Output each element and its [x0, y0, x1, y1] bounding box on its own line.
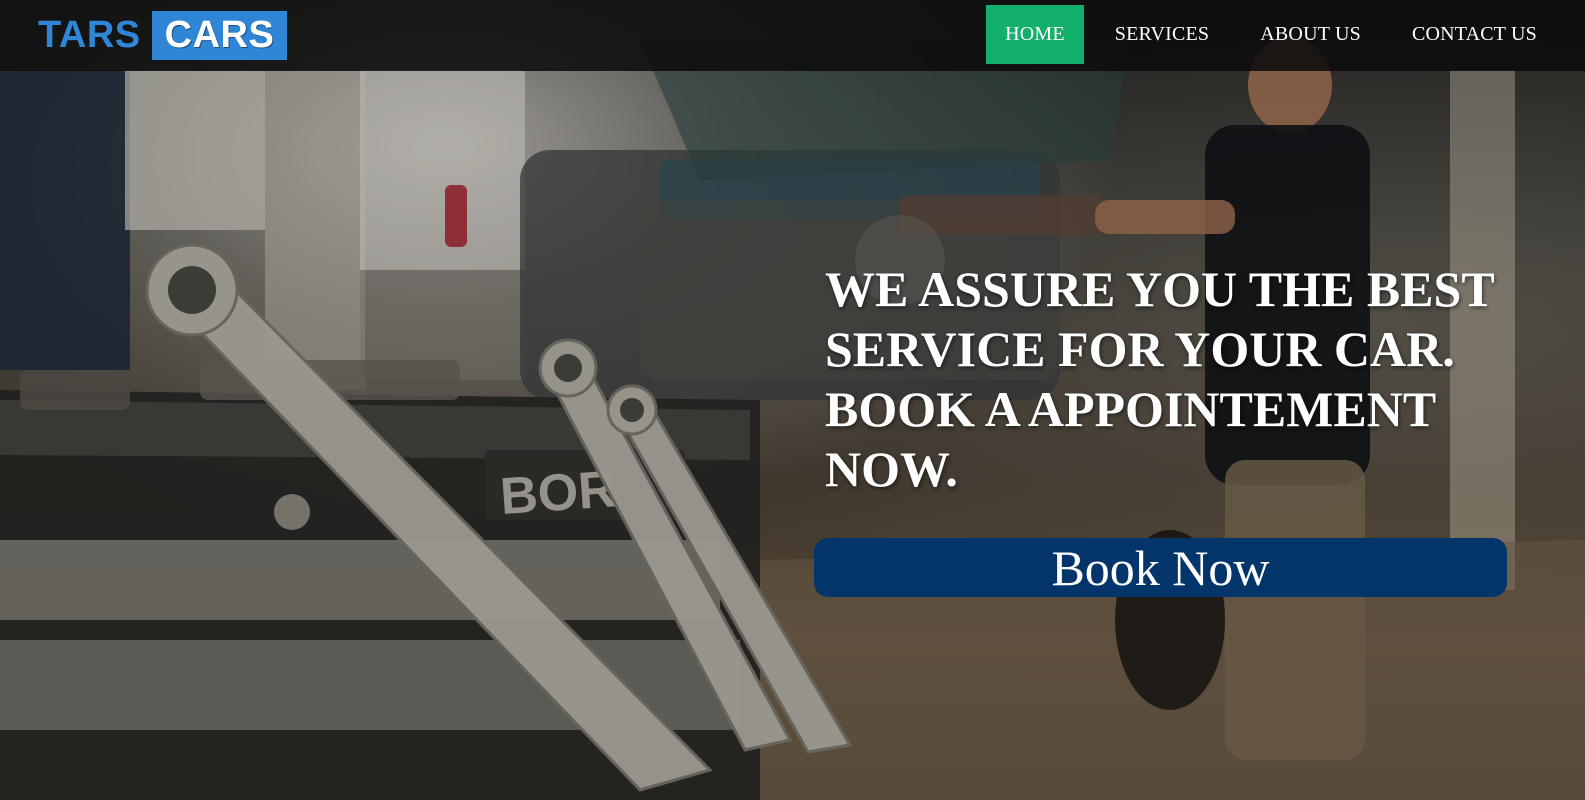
nav-item-about-us[interactable]: ABOUT US [1240, 5, 1381, 64]
hero-section: BOR TARS CARS HOME SERVICES ABOUT US [0, 0, 1585, 800]
brand-logo-text-cars: CARS [151, 11, 288, 60]
nav-item-services[interactable]: SERVICES [1095, 5, 1229, 64]
book-now-button[interactable]: Book Now [814, 538, 1507, 597]
brand-logo-text-tars: TARS [38, 14, 141, 56]
hero-headline: WE ASSURE YOU THE BEST SERVICE FOR YOUR … [825, 261, 1494, 497]
main-nav: HOME SERVICES ABOUT US CONTACT US [975, 5, 1557, 64]
nav-item-contact-us[interactable]: CONTACT US [1392, 5, 1557, 64]
brand-logo[interactable]: TARS CARS [38, 11, 288, 60]
navbar: TARS CARS HOME SERVICES ABOUT US CONTACT… [0, 0, 1585, 71]
nav-item-home[interactable]: HOME [986, 5, 1084, 64]
